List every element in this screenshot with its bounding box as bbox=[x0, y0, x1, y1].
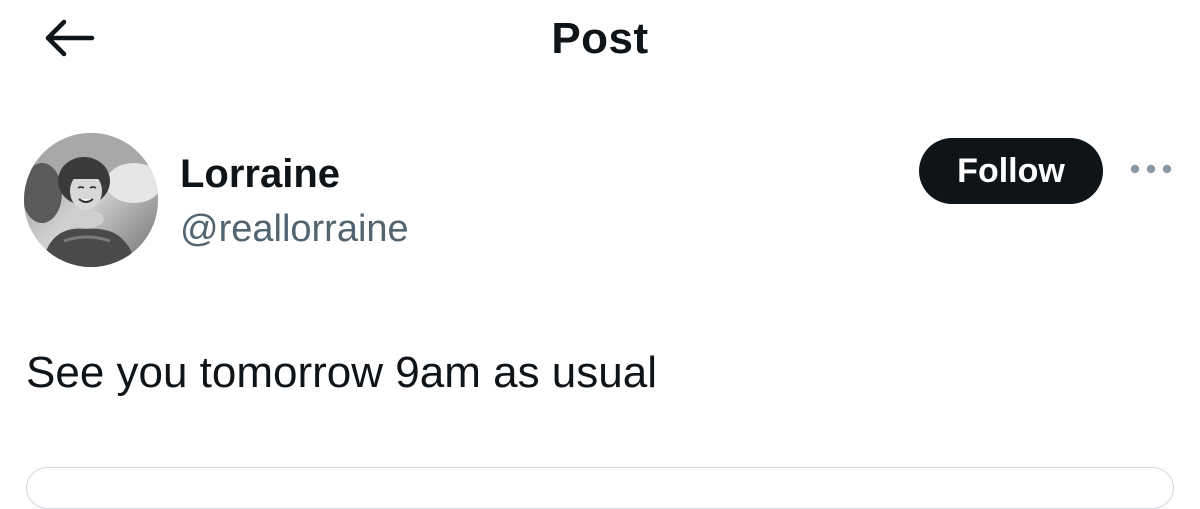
user-handle[interactable]: @reallorraine bbox=[180, 206, 409, 252]
media-card-edge bbox=[26, 467, 1174, 509]
more-horizontal-icon bbox=[1129, 162, 1173, 180]
follow-button[interactable]: Follow bbox=[919, 138, 1103, 204]
more-options-button[interactable] bbox=[1124, 156, 1178, 186]
display-name[interactable]: Lorraine bbox=[180, 151, 340, 197]
post-text: See you tomorrow 9am as usual bbox=[26, 348, 657, 397]
avatar[interactable] bbox=[24, 133, 158, 267]
page-title: Post bbox=[551, 14, 649, 63]
profile-photo bbox=[24, 133, 158, 267]
